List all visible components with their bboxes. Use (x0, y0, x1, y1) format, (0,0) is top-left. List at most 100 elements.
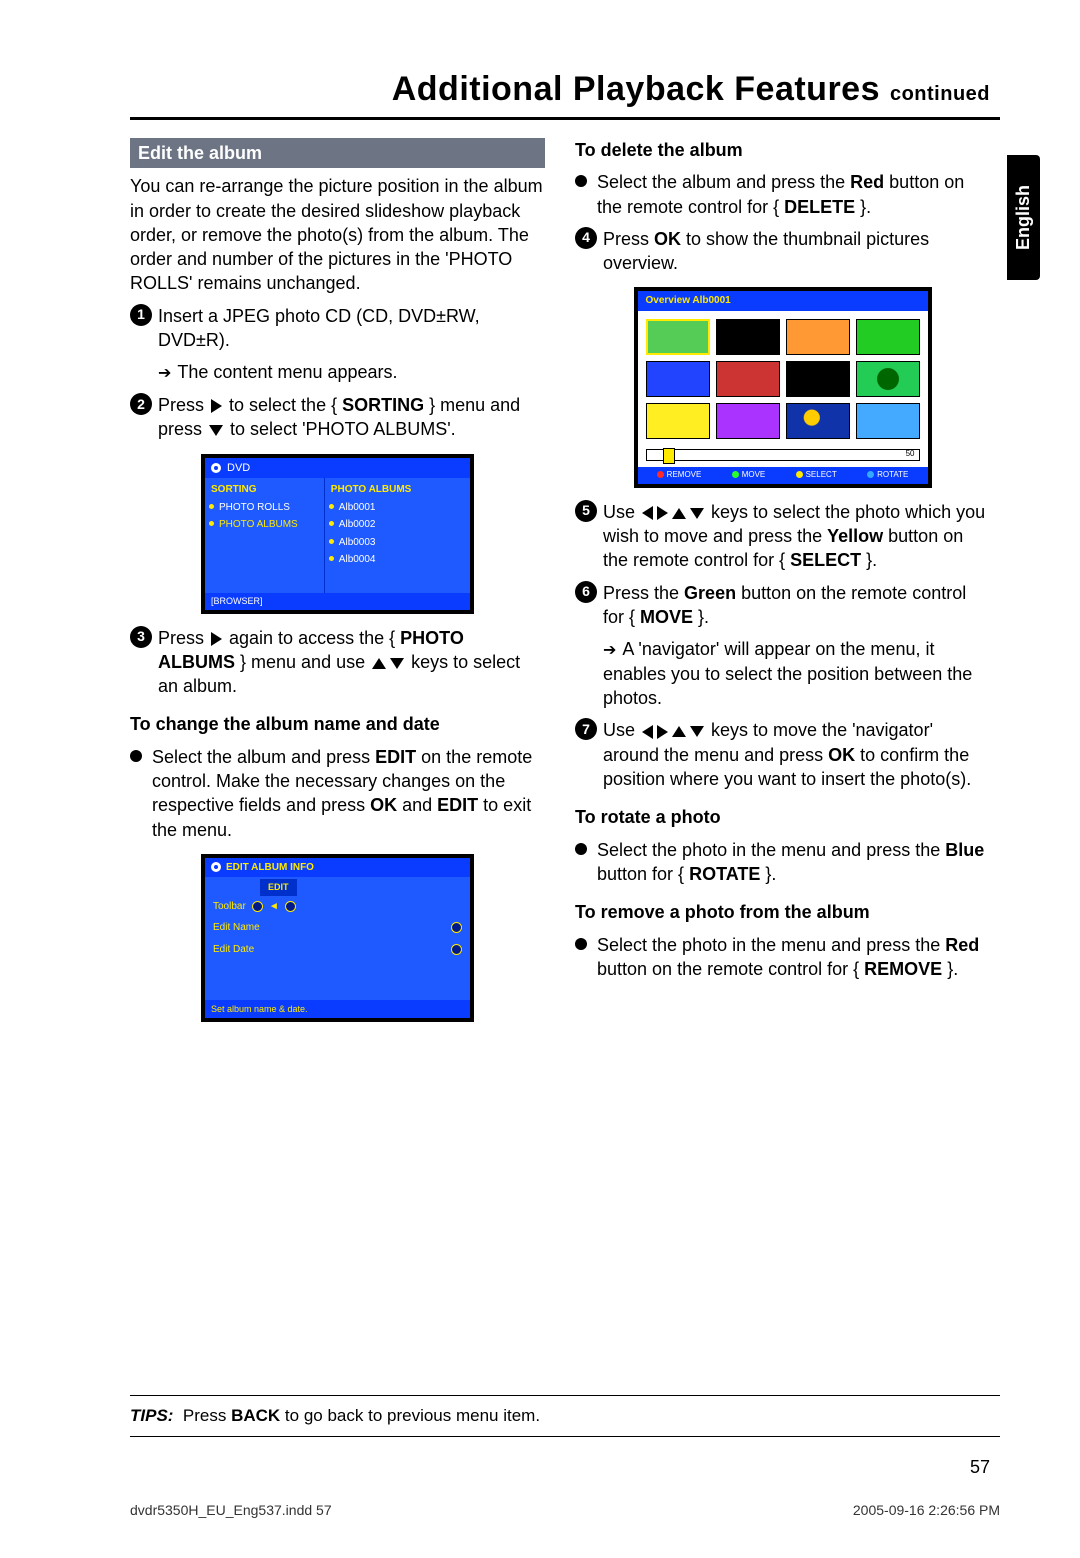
step-2: 2 Press to select the { SORTING } menu a… (130, 393, 545, 442)
edit-tab: EDIT (260, 879, 297, 895)
page-number: 57 (130, 1457, 1000, 1478)
title-continued: continued (890, 83, 990, 105)
dvd-sorting-menu-screenshot: DVD SORTING PHOTO ROLLS PHOTO ALBUMS PHO… (201, 454, 474, 614)
bullet-icon (130, 750, 142, 762)
right-arrow-icon (657, 506, 668, 520)
step-number-icon: 7 (575, 718, 597, 740)
step-number-icon: 5 (575, 500, 597, 522)
disc-icon (211, 862, 221, 872)
menu-footer: [BROWSER] (205, 593, 470, 609)
up-arrow-icon (672, 508, 686, 519)
footer-timestamp: 2005-09-16 2:26:56 PM (853, 1502, 1000, 1518)
right-arrow-icon (211, 632, 222, 646)
node-icon (451, 944, 462, 955)
footer-line: dvdr5350H_EU_Eng537.indd 57 2005-09-16 2… (130, 1502, 1000, 1518)
node-icon (285, 901, 296, 912)
subhead-delete-album: To delete the album (575, 138, 990, 162)
step-number-icon: 2 (130, 393, 152, 415)
bullet-delete: Select the album and press the Red butto… (575, 170, 990, 219)
thumbnail-cell (716, 361, 780, 397)
down-arrow-icon (209, 425, 223, 436)
edit-row: Edit Date (205, 939, 470, 961)
section-edit-album: Edit the album (130, 138, 545, 168)
subhead-change-name: To change the album name and date (130, 712, 545, 736)
step-7: 7 Use keys to move the 'navigator' aroun… (575, 718, 990, 791)
thumbnail-overview-screenshot: Overview Alb0001 50 REMOVE MOVE SELECT R… (634, 287, 932, 487)
step-5: 5 Use keys to select the photo which you… (575, 500, 990, 573)
title-main: Additional Playback Features (392, 70, 880, 108)
thumbnail-cell (856, 361, 920, 397)
step-number-icon: 3 (130, 626, 152, 648)
left-arrow-icon (642, 725, 653, 739)
left-arrow-icon (642, 506, 653, 520)
menu-item: PHOTO ROLLS (205, 499, 324, 517)
footer-file: dvdr5350H_EU_Eng537.indd 57 (130, 1502, 332, 1518)
disc-icon (211, 463, 221, 473)
album-item: Alb0002 (325, 516, 470, 534)
thumbnail-cell (646, 319, 710, 355)
left-column: Edit the album You can re-arrange the pi… (130, 138, 545, 1034)
right-arrow-icon (657, 725, 668, 739)
edit-album-info-screenshot: EDIT ALBUM INFO EDIT Toolbar◄ Edit Name … (201, 854, 474, 1022)
node-icon (252, 901, 263, 912)
progress-count: 50 (906, 449, 915, 460)
up-arrow-icon (372, 658, 386, 669)
thumbnail-cell (786, 403, 850, 439)
bullet-icon (575, 175, 587, 187)
intro-text: You can re-arrange the picture position … (130, 174, 545, 295)
down-arrow-icon (390, 658, 404, 669)
down-arrow-icon (690, 726, 704, 737)
thumbnail-cell (856, 403, 920, 439)
album-item: Alb0004 (325, 551, 470, 569)
step-1-text: Insert a JPEG photo CD (CD, DVD±RW, DVD±… (158, 304, 545, 353)
right-column: To delete the album Select the album and… (575, 138, 990, 1034)
step-number-icon: 1 (130, 304, 152, 326)
step-2-text: Press to select the { SORTING } menu and… (158, 393, 545, 442)
edit-hint: Set album name & date. (205, 1000, 470, 1018)
title-rule (130, 117, 1000, 120)
page-title: Additional Playback Features continued (130, 70, 1000, 109)
overview-title: Overview Alb0001 (638, 291, 928, 311)
thumbnail-cell (786, 361, 850, 397)
step-1: 1 Insert a JPEG photo CD (CD, DVD±RW, DV… (130, 304, 545, 353)
thumbnail-cell (856, 319, 920, 355)
bullet-icon (575, 938, 587, 950)
edit-row: Toolbar◄ (205, 896, 470, 918)
tips-label: TIPS: (130, 1406, 173, 1425)
progress-bar: 50 (646, 449, 920, 461)
edit-row: Edit Name (205, 917, 470, 939)
step-3-text: Press again to access the { PHOTO ALBUMS… (158, 626, 545, 699)
thumbnail-cell (646, 361, 710, 397)
progress-knob (663, 448, 675, 464)
node-icon (451, 922, 462, 933)
green-button-label: MOVE (732, 470, 766, 481)
step-number-icon: 4 (575, 227, 597, 249)
tips-bar: TIPS: Press BACK to go back to previous … (130, 1395, 1000, 1437)
disk-label: DVD (227, 461, 250, 476)
thumbnail-cell (716, 319, 780, 355)
step-1-result: The content menu appears. (158, 360, 545, 385)
right-arrow-icon (211, 399, 222, 413)
bullet-remove: Select the photo in the menu and press t… (575, 933, 990, 982)
albums-header: PHOTO ALBUMS (325, 481, 470, 499)
bullet-rotate: Select the photo in the menu and press t… (575, 838, 990, 887)
thumbnail-cell (786, 319, 850, 355)
subhead-remove: To remove a photo from the album (575, 900, 990, 924)
down-arrow-icon (690, 508, 704, 519)
blue-button-label: ROTATE (867, 470, 908, 481)
step-number-icon: 6 (575, 581, 597, 603)
up-arrow-icon (672, 726, 686, 737)
sorting-header: SORTING (205, 481, 324, 499)
thumbnail-cell (716, 403, 780, 439)
step-6: 6 Press the Green button on the remote c… (575, 581, 990, 630)
step-3: 3 Press again to access the { PHOTO ALBU… (130, 626, 545, 699)
red-button-label: REMOVE (657, 470, 702, 481)
album-item: Alb0003 (325, 534, 470, 552)
language-tab: English (1007, 155, 1040, 280)
step-4: 4 Press OK to show the thumbnail picture… (575, 227, 990, 276)
bullet-icon (575, 843, 587, 855)
album-item: Alb0001 (325, 499, 470, 517)
color-button-bar: REMOVE MOVE SELECT ROTATE (638, 467, 928, 484)
subhead-rotate: To rotate a photo (575, 805, 990, 829)
step-6-result: A 'navigator' will appear on the menu, i… (603, 637, 990, 710)
